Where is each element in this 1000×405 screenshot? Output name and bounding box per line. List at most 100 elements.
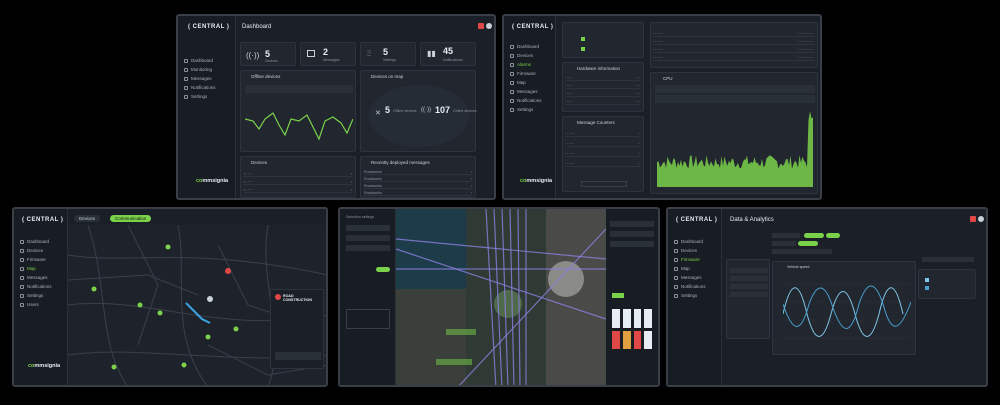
select-field[interactable] — [610, 221, 654, 227]
user-icon[interactable] — [978, 216, 984, 222]
nav-alarms[interactable]: Alarms — [504, 60, 556, 69]
sign-icon[interactable] — [622, 330, 631, 349]
card-title: Offline devices — [251, 74, 281, 79]
select-field[interactable] — [730, 276, 768, 281]
select-field[interactable] — [730, 268, 768, 273]
nav-devices[interactable]: Devices — [668, 246, 722, 255]
sidebar: ( CENTRAL ) Dashboard Devices Firmware M… — [14, 209, 68, 385]
nav-notifications[interactable]: Notifications — [668, 282, 722, 291]
sidebar: ( CENTRAL ) Dashboard Monitoring Message… — [178, 16, 236, 198]
status-indicator — [581, 37, 585, 41]
sign-icon[interactable] — [612, 309, 620, 328]
sign-icon[interactable] — [633, 309, 642, 328]
stat-card-notifications[interactable]: ▮▮ 45 Notifications — [420, 42, 476, 66]
nav-map[interactable]: Map — [14, 264, 68, 273]
date-range-input[interactable] — [655, 95, 815, 103]
nav-devices[interactable]: Devices — [504, 51, 556, 60]
select-field[interactable] — [346, 235, 390, 241]
message-row[interactable]: Roadworks › — [364, 176, 472, 182]
nav-messages[interactable]: Messages — [668, 273, 722, 282]
card-title: CPU — [663, 76, 673, 81]
date-range-input[interactable] — [655, 85, 815, 93]
nav-settings[interactable]: Settings — [504, 105, 556, 114]
sign-icon[interactable] — [644, 309, 652, 328]
apply-button[interactable] — [612, 293, 624, 298]
nav-users[interactable]: Users — [14, 300, 68, 309]
message-row[interactable]: Roadworks › — [364, 169, 472, 175]
card-title: Message Counters — [577, 120, 615, 125]
device-row[interactable]: • ····· › — [244, 187, 352, 193]
message-row[interactable]: Roadworks › — [364, 183, 472, 189]
app-logo: ( CENTRAL ) — [676, 217, 718, 223]
user-icon[interactable] — [486, 23, 492, 29]
sign-icon[interactable] — [644, 330, 652, 349]
nav-devices[interactable]: Devices — [14, 246, 68, 255]
select-field[interactable] — [346, 225, 390, 231]
tab-communication[interactable]: Communication — [110, 215, 152, 222]
filter-pill[interactable] — [826, 233, 840, 238]
notification-icon[interactable] — [970, 216, 976, 222]
nav-dashboard[interactable]: Dashboard — [14, 237, 68, 246]
nav-dashboard[interactable]: Dashboard — [504, 42, 556, 51]
gear-icon — [184, 94, 188, 99]
notification-icon[interactable] — [478, 23, 484, 29]
filter-field[interactable] — [772, 249, 832, 254]
stat-value: 5 — [265, 49, 271, 59]
sign-icon[interactable] — [622, 309, 631, 328]
select-field[interactable] — [610, 241, 654, 247]
nav-settings[interactable]: Settings — [14, 291, 68, 300]
select-field[interactable] — [610, 231, 654, 237]
speed-chart-title: Vehicle speed — [787, 265, 810, 269]
nav-firmware[interactable]: Firmware — [504, 69, 556, 78]
tab-devices[interactable]: Devices — [74, 215, 101, 222]
filter-pill[interactable] — [804, 233, 824, 238]
wifi-icon: ((·)) — [421, 107, 431, 113]
nav-dashboard[interactable]: Dashboard — [668, 237, 722, 246]
nav-messages[interactable]: Messages — [14, 273, 68, 282]
stat-card-settings[interactable]: ⫶⫶ 5 Settings — [360, 42, 416, 66]
sign-icon[interactable] — [633, 330, 642, 349]
cpu-card: CPU — [650, 72, 818, 194]
nav-dashboard[interactable]: Dashboard — [178, 56, 236, 65]
nav-notifications[interactable]: Notifications — [504, 96, 556, 105]
sliders-icon: ⫶⫶ — [367, 49, 371, 58]
page-title: Data & Analytics — [730, 217, 774, 223]
sign-icon[interactable] — [612, 330, 620, 349]
offline-count-label: Offline devices — [393, 109, 417, 113]
filter-field[interactable] — [772, 233, 800, 238]
nav-notifications[interactable]: Notifications — [178, 83, 236, 92]
nav-notifications[interactable]: Notifications — [14, 282, 68, 291]
filter-pill[interactable] — [798, 241, 818, 246]
message-row[interactable]: Roadworks › — [364, 190, 472, 196]
stat-label: Messages — [323, 58, 340, 62]
date-range-input[interactable] — [245, 85, 353, 93]
online-count-label: Online devices — [453, 109, 477, 113]
filter-field[interactable] — [772, 241, 796, 246]
aerial-image[interactable] — [396, 209, 606, 385]
toggle-switch[interactable] — [376, 267, 390, 272]
reset-button[interactable] — [581, 181, 627, 187]
stat-card-messages[interactable]: 2 Messages — [300, 42, 356, 66]
device-row[interactable]: • ····· › — [244, 171, 352, 177]
stat-label: Notifications — [443, 58, 463, 62]
nav-settings[interactable]: Settings — [178, 92, 236, 101]
select-field[interactable] — [346, 245, 390, 251]
nav-firmware[interactable]: Firmware — [14, 255, 68, 264]
nav-messages[interactable]: Messages — [178, 74, 236, 83]
stat-card-devices[interactable]: ((·)) 5 Devices — [240, 42, 296, 66]
select-field[interactable] — [730, 292, 768, 297]
date-select[interactable] — [922, 257, 974, 262]
nav-map[interactable]: Map — [504, 78, 556, 87]
nav-monitoring[interactable]: Monitoring — [178, 65, 236, 74]
nav-label: Monitoring — [191, 67, 213, 72]
world-map[interactable] — [369, 85, 469, 147]
nav-firmware[interactable]: Firmware — [668, 255, 722, 264]
select-field[interactable] — [730, 284, 768, 289]
device-row[interactable]: • ····· › — [244, 179, 352, 185]
upload-box[interactable] — [346, 309, 390, 329]
map-window: ( CENTRAL ) Dashboard Devices Firmware M… — [12, 207, 328, 387]
nav-messages[interactable]: Messages — [504, 87, 556, 96]
nav-settings[interactable]: Settings — [668, 291, 722, 300]
card-title: Devices on map — [371, 74, 404, 79]
nav-map[interactable]: Map — [668, 264, 722, 273]
